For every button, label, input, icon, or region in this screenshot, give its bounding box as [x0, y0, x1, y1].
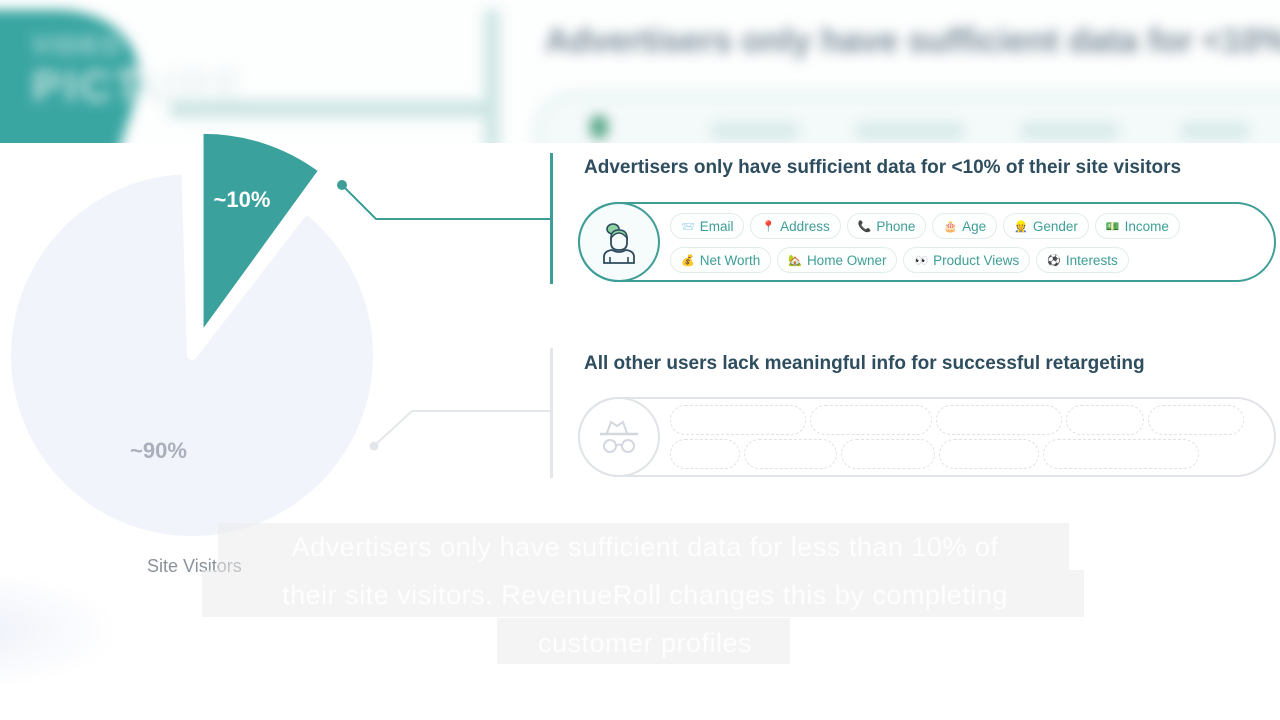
ghost-chip-row — [670, 405, 1244, 435]
attribute-chip-label: Income — [1124, 218, 1169, 234]
connector-known — [337, 180, 552, 220]
email-icon: 📨 — [681, 220, 695, 233]
ghost-chip — [1043, 439, 1199, 469]
pie-chart: ~10% ~90% — [1, 133, 552, 546]
attribute-chip-label: Age — [962, 218, 987, 234]
attribute-chip-label: Phone — [876, 218, 916, 234]
incognito-icon — [600, 420, 638, 453]
attribute-chip-gender: 👷 Gender — [1003, 213, 1089, 239]
phone-icon: 📞 — [857, 220, 872, 233]
pin-icon: 📍 — [761, 220, 776, 233]
attribute-chip-row: 📨 Email 📍 Address 📞 Phone 🎂 Age 👷 Gender 💵 Income — [670, 213, 1180, 239]
subtitle-line-2: their site visitors. RevenueRoll changes… — [282, 580, 1008, 610]
money-icon: 💵 — [1105, 220, 1120, 233]
cake-icon: 🎂 — [943, 220, 958, 233]
background-slide-blurred: VIDEO PICTURE Advertisers only have suff… — [0, 0, 1280, 143]
ghost-chip — [744, 439, 837, 469]
attribute-chip-product-views: 👀 Product Views — [903, 247, 1031, 273]
ghost-chip — [1066, 405, 1144, 435]
attribute-chip-home-owner: 🏡 Home Owner — [777, 247, 898, 273]
attribute-chip-interests: ⚽ Interests — [1036, 247, 1129, 273]
attribute-chip-label: Address — [780, 218, 830, 234]
attribute-chip-net-worth: 💰 Net Worth — [670, 247, 772, 273]
background-avatar — [590, 115, 608, 139]
ghost-chip — [939, 439, 1039, 469]
pie-data-label-other: ~90% — [130, 438, 187, 463]
money-bag-icon: 💰 — [681, 254, 695, 267]
callout-heading-known: Advertisers only have sufficient data fo… — [584, 157, 1182, 178]
subtitle-line-3: customer profiles — [537, 628, 753, 658]
callout-divider-known — [550, 153, 553, 284]
background-chip — [710, 122, 800, 140]
known-profile-card: 📨 Email 📍 Address 📞 Phone 🎂 Age 👷 Gender 💵 Income 💰… — [578, 202, 1276, 282]
woman-user-icon — [603, 223, 635, 264]
ball-icon: ⚽ — [1047, 254, 1061, 267]
person-icon: 👷 — [1014, 220, 1028, 233]
attribute-chip-address: 📍 Address — [750, 213, 841, 239]
attribute-chip-email: 📨 Email — [670, 213, 745, 239]
ghost-chip — [936, 405, 1062, 435]
callout-heading-other: All other users lack meaningful info for… — [584, 353, 1145, 374]
ghost-chip-row — [670, 439, 1199, 469]
decorative-blob — [0, 570, 120, 690]
ghost-chip — [670, 439, 740, 469]
attribute-chip-label: Net Worth — [699, 252, 761, 268]
background-chip — [1020, 122, 1120, 140]
pie-slice-other-users — [1, 164, 383, 546]
background-chip — [1180, 122, 1250, 140]
connector-other — [369, 410, 552, 451]
eyes-icon: 👀 — [914, 254, 929, 267]
attribute-chip-phone: 📞 Phone — [846, 213, 927, 239]
house-icon: 🏡 — [788, 254, 802, 267]
ghost-chip — [810, 405, 932, 435]
ghost-chip — [841, 439, 935, 469]
background-chip — [855, 122, 965, 140]
pie-data-label-known: ~10% — [214, 187, 271, 212]
background-heading: Advertisers only have sufficient data fo… — [545, 22, 1280, 60]
ghost-chip — [1148, 405, 1244, 435]
attribute-chip-label: Product Views — [933, 252, 1020, 268]
ghost-chip — [670, 405, 806, 435]
attribute-chip-age: 🎂 Age — [932, 213, 998, 239]
connector-line — [341, 184, 552, 220]
attribute-chip-label: Gender — [1032, 218, 1078, 234]
attribute-chip-row: 💰 Net Worth 🏡 Home Owner 👀 Product Views ⚽ Inte… — [670, 247, 1129, 273]
attribute-chip-label: Email — [699, 218, 734, 234]
background-title-small: VIDEO — [32, 30, 123, 60]
attribute-chip-label: Interests — [1065, 252, 1118, 268]
avatar — [578, 202, 660, 282]
avatar — [578, 397, 660, 477]
callout-divider-other — [550, 348, 553, 478]
background-connector — [170, 100, 490, 118]
attribute-chip-income: 💵 Income — [1094, 213, 1180, 239]
unknown-profile-card — [578, 397, 1276, 477]
subtitle-line-1: Advertisers only have sufficient data fo… — [291, 532, 999, 562]
attribute-chip-label: Home Owner — [806, 252, 887, 268]
connector-line — [373, 410, 552, 447]
background-divider — [484, 10, 500, 143]
